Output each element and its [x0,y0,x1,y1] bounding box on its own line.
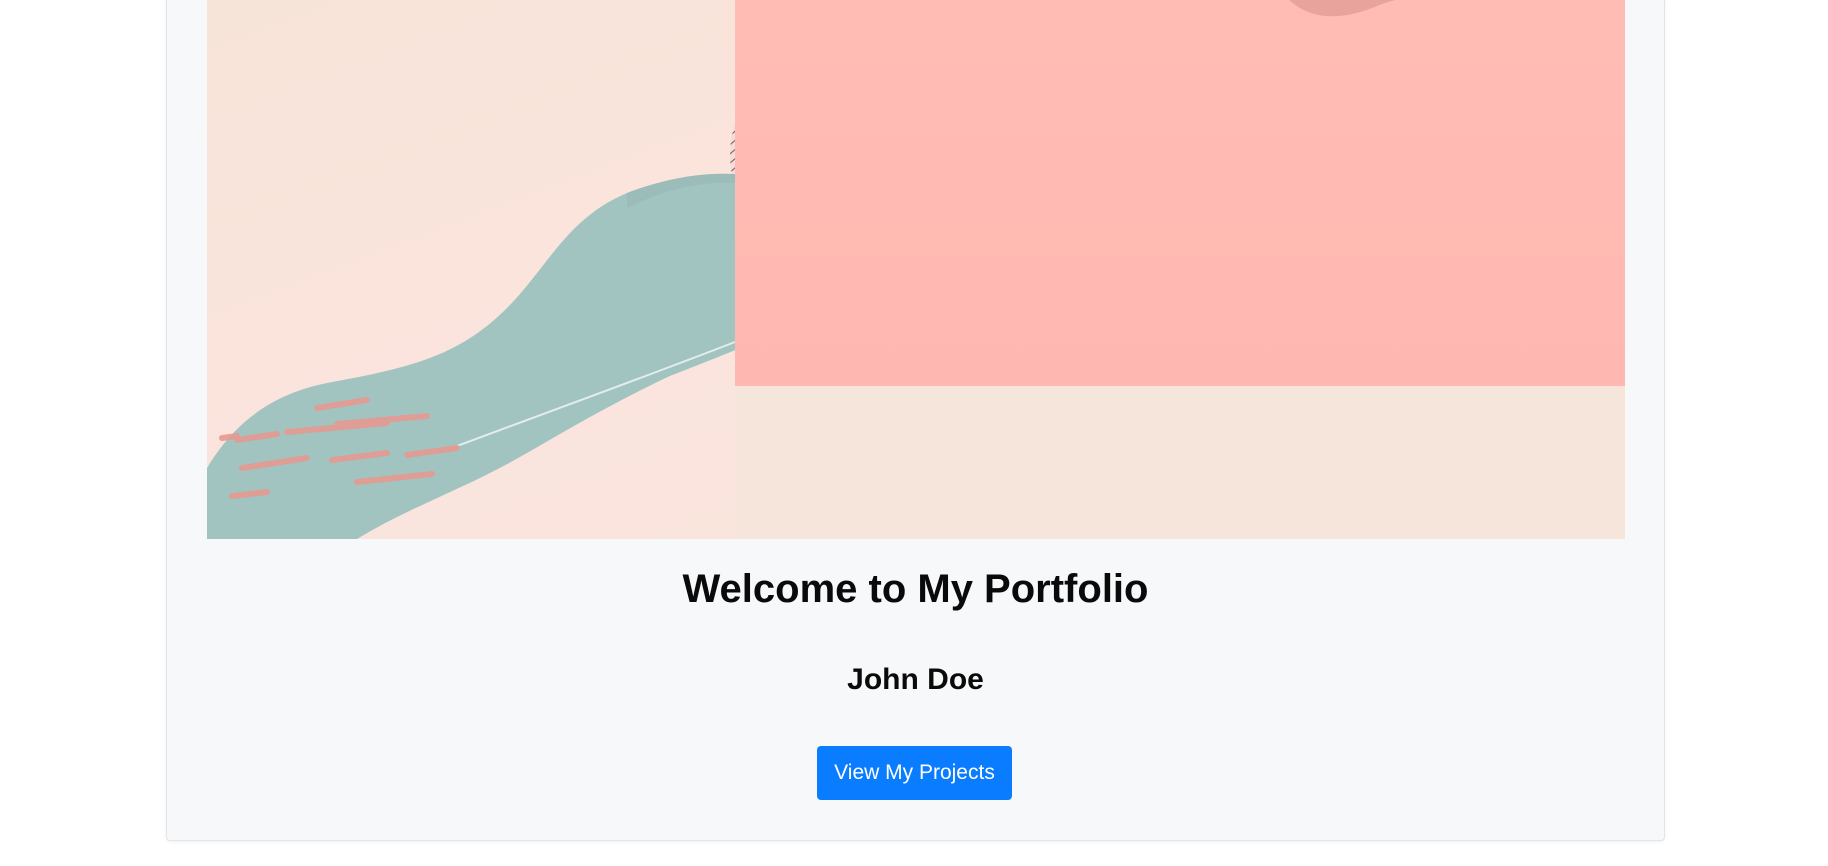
abstract-art-illustration [207,0,1625,539]
page-title: Welcome to My Portfolio [682,567,1149,611]
owner-name: John Doe [847,663,984,696]
view-projects-button[interactable]: View My Projects [817,746,1012,800]
hero-card: Welcome to My Portfolio John Doe View My… [166,0,1665,841]
hero-image [207,0,1625,539]
